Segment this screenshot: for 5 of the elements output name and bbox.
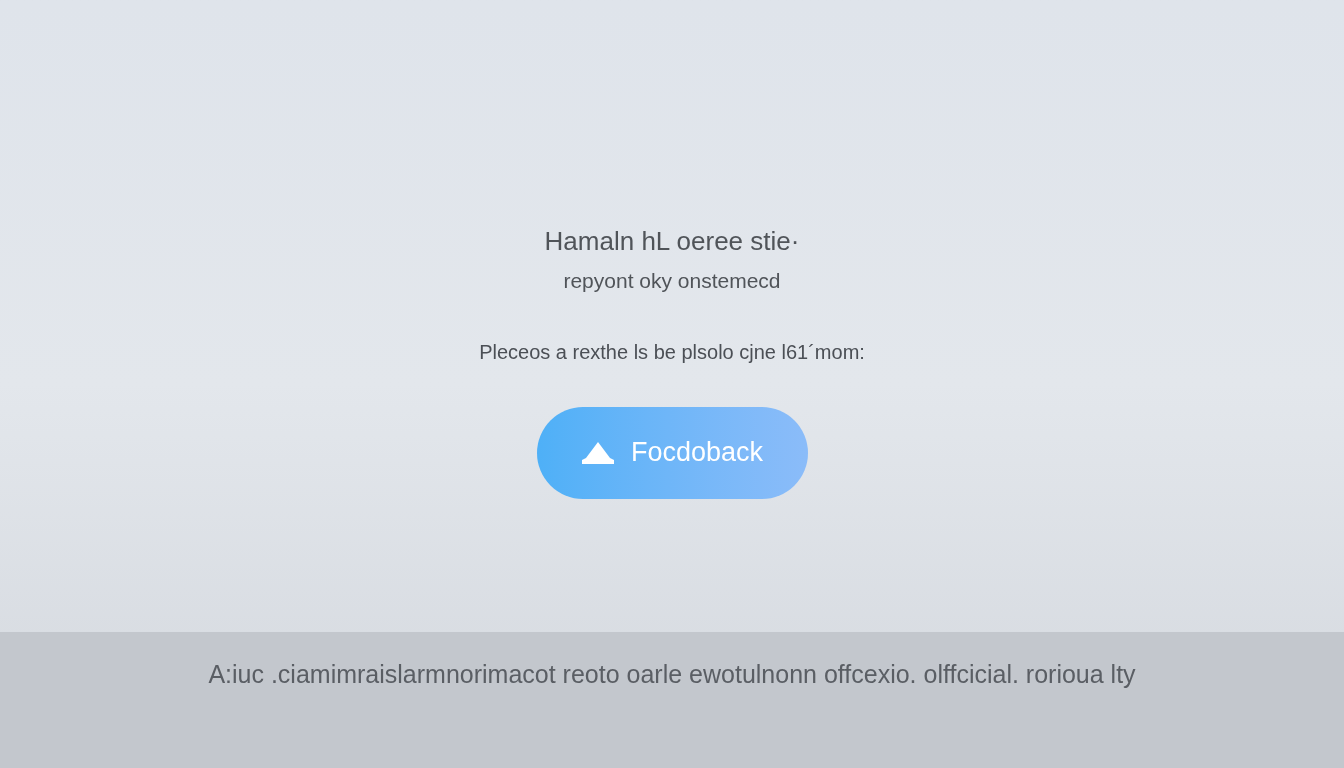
footer-text: A:iuc .ciamimraislarmnorimacot reoto oarle ewotulnonn offcexio. olffcicial. rorioua lty: [208, 659, 1136, 690]
heading-text: Hamaln hL oeree stie·: [544, 225, 800, 258]
heading-text: repyont oky onstemecd: [563, 268, 781, 294]
feedback-button[interactable]: Focdoback: [536, 406, 808, 499]
message-text: Pleceos a rexthe ls be plsolo cjne l61´mom:: [479, 339, 865, 365]
